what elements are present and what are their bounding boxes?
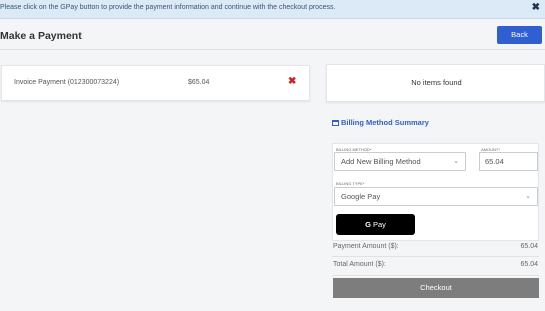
chevron-down-icon: ⌄ bbox=[525, 193, 531, 200]
back-button[interactable]: Back bbox=[497, 26, 542, 44]
payment-amount-row: Payment Amount ($): 65.04 bbox=[332, 239, 539, 257]
payment-amount-value: 65.04 bbox=[520, 243, 538, 250]
billing-method-value: Add New Billing Method bbox=[341, 157, 421, 166]
chevron-down-icon: ⌄ bbox=[453, 158, 459, 165]
payment-amount-label: Payment Amount ($): bbox=[333, 243, 399, 250]
divider bbox=[332, 275, 539, 276]
gpay-label: Pay bbox=[372, 220, 386, 229]
total-amount-row: Total Amount ($): 65.04 bbox=[332, 257, 539, 275]
billing-type-label: BILLING TYPE* bbox=[336, 181, 365, 186]
total-amount-label: Total Amount ($): bbox=[333, 261, 386, 268]
empty-state-text: No items found bbox=[411, 78, 462, 87]
invoice-card: Invoice Payment (012300073224) $65.04 ✖ bbox=[1, 65, 310, 101]
close-icon[interactable]: ✖ bbox=[532, 2, 540, 13]
billing-summary-title-text: Billing Method Summary bbox=[341, 118, 429, 127]
items-panel: No items found bbox=[326, 64, 545, 102]
invoice-amount: $65.04 bbox=[188, 79, 210, 86]
billing-method-select[interactable]: Add New Billing Method ⌄ bbox=[334, 152, 466, 171]
google-g-icon: G bbox=[365, 220, 371, 229]
total-amount-value: 65.04 bbox=[520, 261, 538, 268]
gpay-button[interactable]: G Pay bbox=[336, 214, 415, 235]
billing-type-select[interactable]: Google Pay ⌄ bbox=[334, 187, 538, 206]
remove-icon[interactable]: ✖ bbox=[288, 76, 296, 87]
billing-summary-title: Billing Method Summary bbox=[332, 118, 429, 127]
amount-input[interactable]: 65.04 bbox=[479, 152, 538, 171]
credit-card-icon bbox=[332, 120, 339, 127]
checkout-button[interactable]: Checkout bbox=[333, 278, 539, 298]
alert-message: Please click on the GPay button to provi… bbox=[0, 4, 336, 11]
page-header: Make a Payment bbox=[0, 20, 545, 50]
billing-type-value: Google Pay bbox=[341, 192, 381, 201]
info-alert: Please click on the GPay button to provi… bbox=[0, 0, 545, 19]
invoice-label: Invoice Payment (012300073224) bbox=[14, 79, 120, 86]
page-title: Make a Payment bbox=[0, 30, 82, 42]
